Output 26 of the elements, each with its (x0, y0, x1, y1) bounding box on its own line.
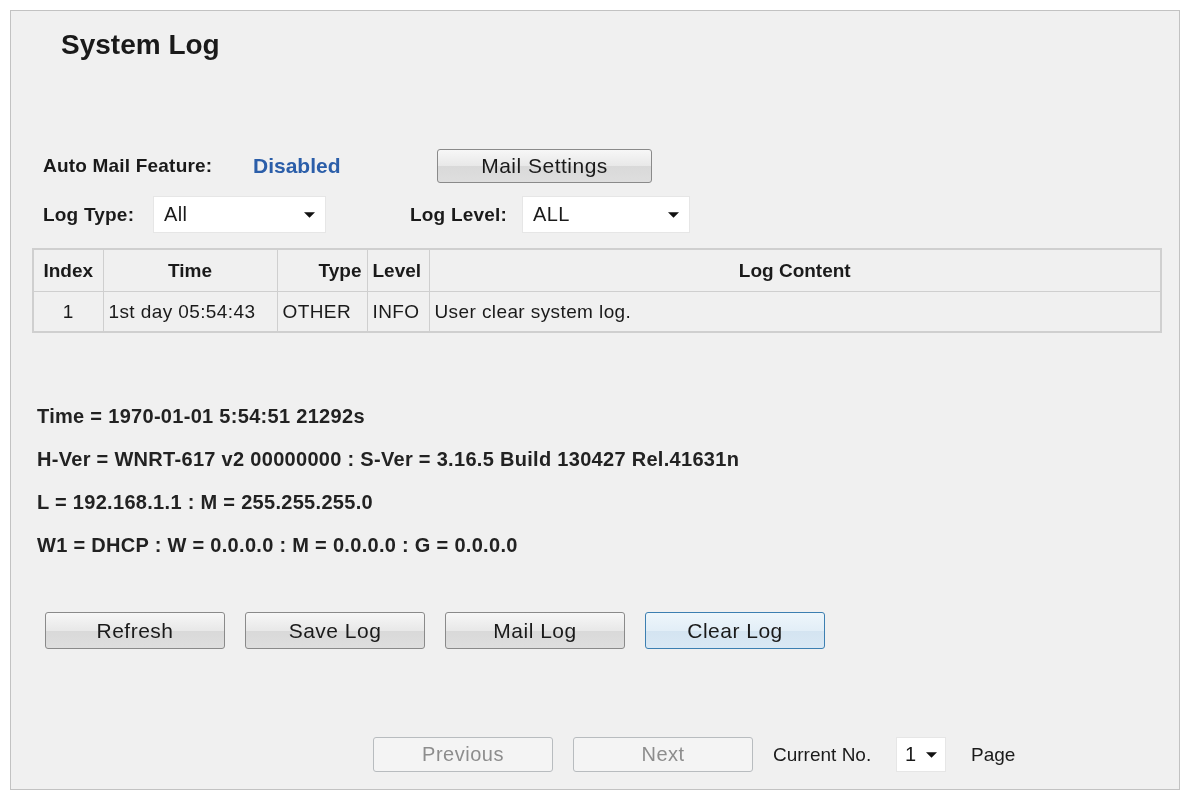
column-header: Index (33, 249, 103, 292)
info-line: H-Ver = WNRT-617 v2 00000000 : S-Ver = 3.16.5 Build 130427 Rel.41631n (37, 448, 740, 471)
column-header: Time (103, 249, 277, 292)
dropdown-field[interactable]: All (153, 196, 326, 233)
field-label: Log Type: (43, 203, 136, 226)
info-line: L = 192.168.1.1 : M = 255.255.255.0 (37, 491, 373, 514)
column-header: Level (367, 249, 429, 292)
action-button[interactable]: Save Log (245, 612, 425, 649)
page-select[interactable]: 1 (896, 737, 946, 772)
field-label: Auto Mail Feature: (43, 155, 214, 177)
dropdown-field[interactable]: ALL (522, 196, 690, 233)
action-button[interactable]: Refresh (45, 612, 225, 649)
mail-status-text: Disabled (253, 154, 342, 178)
action-button[interactable]: Mail Log (445, 612, 625, 649)
page-label: Page (971, 743, 1016, 766)
info-line: W1 = DHCP : W = 0.0.0.0 : M = 0.0.0.0 : G = 0.0.0.0 (37, 534, 518, 557)
info-line: Time = 1970-01-01 5:54:51 21292s (37, 405, 365, 428)
field-label: Log Level: (410, 203, 508, 226)
caret-icon (926, 751, 937, 758)
action-button[interactable]: Clear Log (645, 612, 825, 649)
column-header: Type (277, 249, 367, 292)
caret-icon (668, 211, 679, 218)
mail-settings-button[interactable]: Mail Settings (437, 149, 652, 183)
current-page-label: Current No. (773, 743, 873, 766)
caret-icon (304, 211, 315, 218)
page-title: System Log (61, 29, 220, 61)
